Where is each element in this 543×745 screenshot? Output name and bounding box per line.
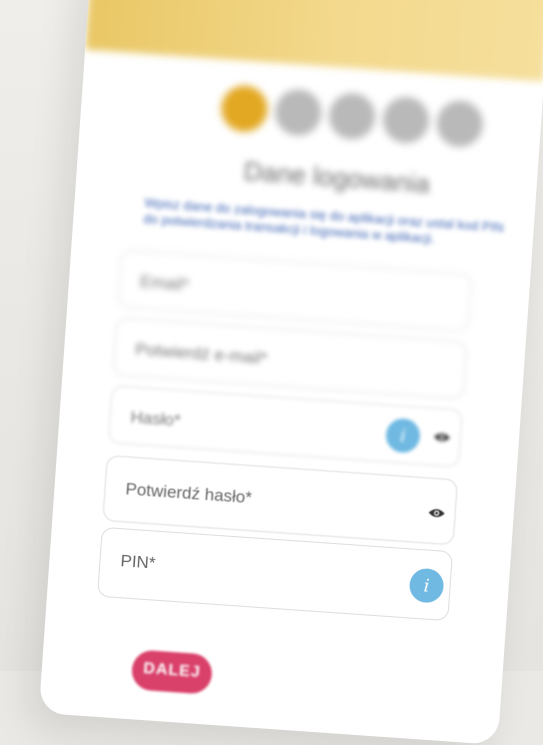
step-indicator (219, 84, 485, 149)
step-5 (435, 99, 485, 149)
confirm-email-field[interactable]: Potwierdź e-mail* (112, 317, 468, 400)
step-1-active (219, 84, 269, 134)
step-4 (381, 95, 431, 145)
page-description: Wpisz dane do zalogowania się do aplikac… (142, 195, 505, 247)
page-title: Dane logowania (242, 155, 431, 199)
next-button[interactable]: DALEJ (130, 649, 214, 695)
password-eye-icon[interactable] (431, 427, 452, 448)
app-screen: Dane logowania Wpisz dane do zalogowania… (38, 0, 543, 745)
confirm-password-eye-icon[interactable] (426, 502, 447, 523)
step-2 (273, 87, 323, 138)
email-placeholder: Email* (139, 271, 190, 295)
password-placeholder: Hasło* (129, 407, 182, 431)
scene: Dane logowania Wpisz dane do zalogowania… (0, 0, 543, 745)
password-info-icon[interactable]: i (384, 417, 422, 454)
password-field[interactable]: Hasło* i (107, 385, 463, 468)
header-banner (85, 0, 543, 82)
pin-info-icon[interactable]: i (408, 567, 445, 604)
pin-placeholder: PIN* (119, 551, 157, 573)
email-field[interactable]: Email* (117, 249, 473, 332)
confirm-email-placeholder: Potwierdź e-mail* (134, 339, 268, 368)
confirm-password-placeholder: Potwierdź hasło* (124, 479, 253, 508)
step-3 (327, 91, 377, 141)
